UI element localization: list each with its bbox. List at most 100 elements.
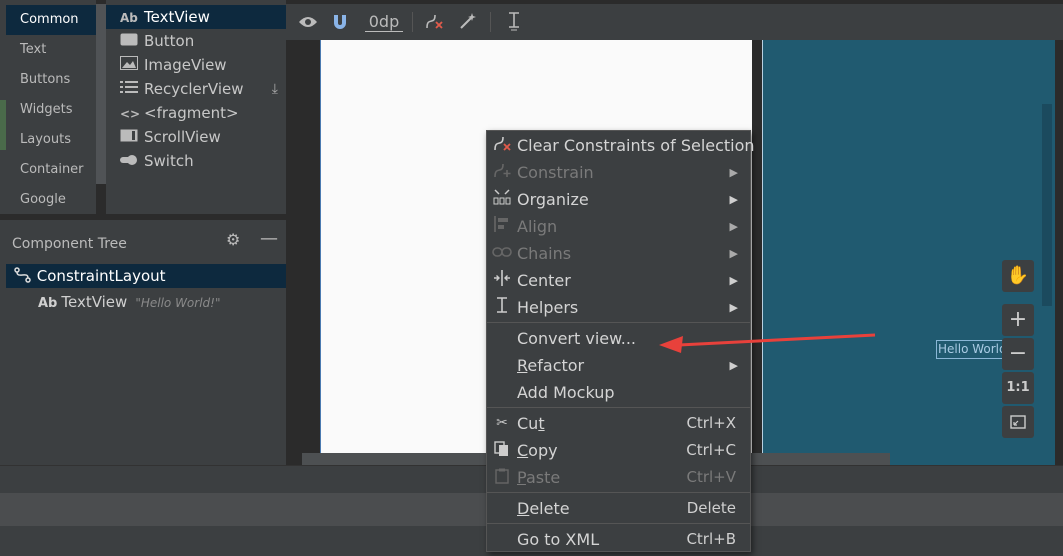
menu-separator bbox=[487, 407, 750, 408]
palette-item-label: RecyclerView bbox=[144, 80, 244, 98]
tree-node-constraintlayout[interactable]: ConstraintLayout bbox=[6, 264, 286, 288]
submenu-arrow-icon: ▶ bbox=[729, 247, 738, 260]
palette-item-button[interactable]: Button bbox=[106, 29, 286, 53]
menu-item-cut[interactable]: ✂ Cut Ctrl+X bbox=[487, 410, 750, 437]
scroll-icon bbox=[120, 126, 140, 150]
menu-item-helpers[interactable]: Helpers ▶ bbox=[487, 294, 750, 321]
palette-item-fragment[interactable]: <> <fragment> bbox=[106, 101, 286, 125]
button-icon bbox=[120, 30, 140, 54]
palette-category-container[interactable]: Container bbox=[6, 155, 96, 185]
component-tree-title: Component Tree bbox=[12, 236, 127, 252]
eye-icon[interactable] bbox=[296, 10, 320, 34]
palette-category-buttons[interactable]: Buttons bbox=[6, 65, 96, 95]
menu-item-center[interactable]: Center ▶ bbox=[487, 267, 750, 294]
menu-item-label: Chains bbox=[517, 244, 572, 263]
menu-item-label: Center bbox=[517, 271, 571, 290]
palette-item-imageview[interactable]: ImageView bbox=[106, 53, 286, 77]
menu-item-label: Refactor bbox=[517, 356, 585, 375]
palette-category-common[interactable]: Common bbox=[6, 5, 96, 35]
toolbar-divider bbox=[412, 12, 413, 32]
menu-item-align[interactable]: Align ▶ bbox=[487, 213, 750, 240]
helpers-icon bbox=[492, 294, 512, 321]
image-icon bbox=[120, 54, 140, 78]
menu-item-copy[interactable]: Copy Ctrl+C bbox=[487, 437, 750, 464]
magnet-icon[interactable] bbox=[328, 10, 352, 34]
menu-item-add-mockup[interactable]: Add Mockup bbox=[487, 379, 750, 406]
menu-item-shortcut: Ctrl+C bbox=[686, 441, 736, 459]
gear-icon[interactable]: ⚙ bbox=[226, 230, 240, 249]
clear-constraints-icon bbox=[492, 132, 512, 159]
download-icon[interactable]: ⤓ bbox=[272, 77, 278, 101]
clear-constraints-icon[interactable] bbox=[422, 10, 446, 34]
default-margin-value[interactable]: 0dp bbox=[364, 10, 404, 34]
menu-item-label: Helpers bbox=[517, 298, 579, 317]
menu-item-constrain[interactable]: Constrain ▶ bbox=[487, 159, 750, 186]
align-icon bbox=[492, 213, 512, 240]
blueprint-textview[interactable]: Hello World bbox=[936, 340, 1004, 359]
submenu-arrow-icon: ▶ bbox=[729, 220, 738, 233]
menu-item-label: Align bbox=[517, 217, 558, 236]
textview-icon: Ab bbox=[120, 11, 138, 25]
palette-item-label: ImageView bbox=[144, 56, 227, 74]
center-icon bbox=[492, 267, 512, 294]
menu-item-chains[interactable]: Chains ▶ bbox=[487, 240, 750, 267]
tree-node-note: "Hello World!" bbox=[135, 296, 221, 310]
palette-item-label: ScrollView bbox=[144, 128, 221, 146]
menu-item-delete[interactable]: Delete Delete bbox=[487, 495, 750, 522]
palette-category-text[interactable]: Text bbox=[6, 35, 96, 65]
palette-item-label: Button bbox=[144, 32, 195, 50]
menu-item-label: Add Mockup bbox=[517, 383, 615, 402]
palette-item-label: <fragment> bbox=[144, 104, 239, 122]
list-icon bbox=[120, 78, 140, 102]
organize-icon bbox=[492, 186, 512, 213]
menu-item-clear-constraints[interactable]: Clear Constraints of Selection bbox=[487, 132, 755, 159]
constrain-icon bbox=[492, 159, 512, 186]
palette-scrollbar[interactable] bbox=[96, 4, 106, 184]
menu-item-paste[interactable]: Paste Ctrl+V bbox=[487, 464, 750, 491]
menu-item-label: Copy bbox=[517, 441, 558, 460]
vertical-scrollbar[interactable] bbox=[1042, 104, 1052, 306]
palette-item-scrollview[interactable]: ScrollView bbox=[106, 125, 286, 149]
constraint-layout-icon bbox=[14, 267, 32, 285]
annotation-arrow-icon bbox=[659, 333, 876, 353]
palette-item-label: TextView bbox=[144, 8, 210, 26]
zoom-fit-icon[interactable] bbox=[1002, 406, 1034, 438]
menu-separator bbox=[487, 492, 750, 493]
minimize-icon[interactable]: — bbox=[260, 228, 278, 249]
tree-node-label: TextView bbox=[61, 293, 128, 311]
menu-item-organize[interactable]: Organize ▶ bbox=[487, 186, 750, 213]
zoom-controls: ✋ + − 1:1 bbox=[1002, 260, 1036, 440]
fragment-icon: <> bbox=[120, 107, 141, 121]
palette-category-widgets[interactable]: Widgets bbox=[6, 95, 96, 125]
palette-category-layouts[interactable]: Layouts bbox=[6, 125, 96, 155]
menu-item-shortcut: Ctrl+V bbox=[686, 468, 736, 486]
toolbar-divider bbox=[490, 12, 491, 32]
cut-icon: ✂ bbox=[496, 415, 508, 431]
switch-icon bbox=[120, 150, 140, 174]
palette-item-switch[interactable]: Switch bbox=[106, 149, 286, 173]
magic-wand-icon[interactable] bbox=[456, 10, 480, 34]
menu-separator bbox=[487, 322, 750, 323]
guidelines-icon[interactable] bbox=[502, 10, 526, 34]
menu-item-label: Cut bbox=[517, 414, 545, 433]
menu-item-label: Delete bbox=[517, 499, 570, 518]
menu-item-label: Convert view... bbox=[517, 329, 636, 348]
palette-item-label: Switch bbox=[144, 152, 194, 170]
palette-item-textview[interactable]: Ab TextView bbox=[106, 5, 286, 29]
menu-item-refactor[interactable]: Refactor ▶ bbox=[487, 352, 750, 379]
zoom-in-icon[interactable]: + bbox=[1002, 304, 1034, 336]
palette-category-google[interactable]: Google bbox=[6, 185, 96, 215]
textview-icon: Ab bbox=[38, 296, 58, 311]
zoom-actual-size-button[interactable]: 1:1 bbox=[1002, 372, 1034, 404]
design-toolbar: 0dp bbox=[286, 4, 1063, 40]
menu-item-go-to-xml[interactable]: Go to XML Ctrl+B bbox=[487, 526, 750, 553]
menu-item-label: Organize bbox=[517, 190, 589, 209]
menu-item-shortcut: Ctrl+X bbox=[686, 414, 736, 432]
margin-value-text: 0dp bbox=[364, 12, 404, 32]
component-tree-panel: Component Tree ⚙ — ConstraintLayout Ab Te… bbox=[0, 214, 286, 465]
pan-hand-icon[interactable]: ✋ bbox=[1002, 260, 1034, 292]
palette-item-recyclerview[interactable]: RecyclerView ⤓ bbox=[106, 77, 286, 101]
tree-node-textview[interactable]: Ab TextView "Hello World!" bbox=[6, 290, 286, 314]
zoom-out-icon[interactable]: − bbox=[1002, 338, 1034, 370]
tree-node-label: ConstraintLayout bbox=[36, 267, 166, 285]
